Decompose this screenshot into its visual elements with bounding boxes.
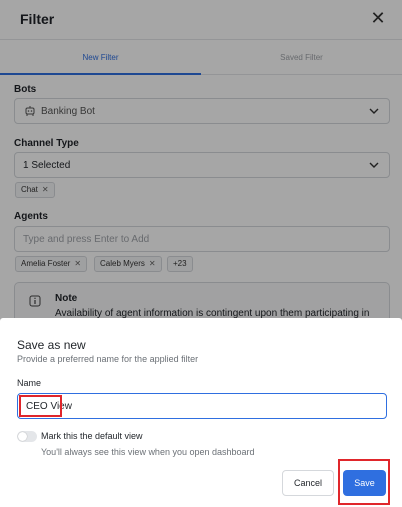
- cancel-button[interactable]: Cancel: [282, 470, 334, 496]
- name-label: Name: [17, 378, 42, 388]
- default-view-toggle[interactable]: [17, 431, 37, 442]
- default-view-description: You'll always see this view when you ope…: [41, 447, 255, 457]
- dialog-title: Save as new: [17, 338, 86, 352]
- dialog-subtitle: Provide a preferred name for the applied…: [17, 354, 199, 364]
- name-field-wrapper: [17, 393, 387, 419]
- name-input[interactable]: [18, 394, 386, 418]
- save-as-new-dialog: Save as new Provide a preferred name for…: [0, 318, 402, 507]
- save-button[interactable]: Save: [343, 470, 386, 496]
- toggle-knob: [18, 432, 27, 441]
- default-view-label: Mark this the default view: [41, 431, 143, 441]
